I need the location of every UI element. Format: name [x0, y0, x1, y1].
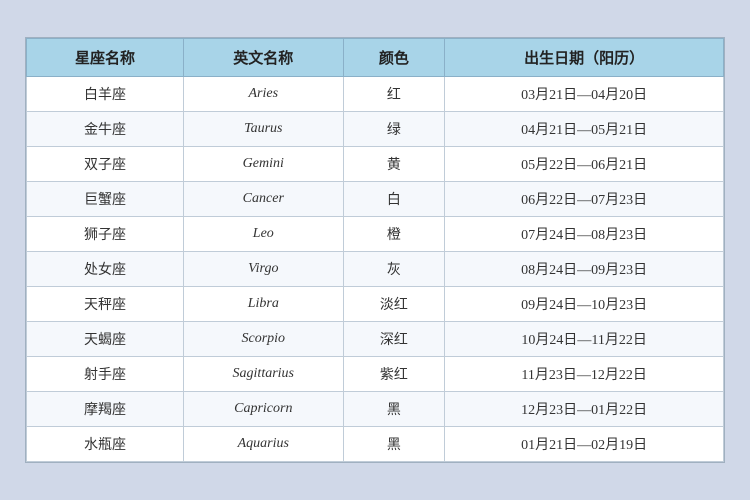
table-cell-7-2: 深红	[343, 322, 445, 357]
table-cell-1-0: 金牛座	[27, 112, 184, 147]
table-cell-9-0: 摩羯座	[27, 392, 184, 427]
table-cell-5-0: 处女座	[27, 252, 184, 287]
table-row: 水瓶座Aquarius黑01月21日—02月19日	[27, 427, 724, 462]
table-cell-9-1: Capricorn	[183, 392, 343, 427]
table-cell-6-2: 淡红	[343, 287, 445, 322]
table-cell-10-2: 黑	[343, 427, 445, 462]
table-cell-4-3: 07月24日—08月23日	[445, 217, 724, 252]
table-cell-10-1: Aquarius	[183, 427, 343, 462]
table-cell-0-3: 03月21日—04月20日	[445, 77, 724, 112]
table-cell-2-1: Gemini	[183, 147, 343, 182]
table-cell-1-1: Taurus	[183, 112, 343, 147]
table-cell-5-3: 08月24日—09月23日	[445, 252, 724, 287]
table-cell-3-1: Cancer	[183, 182, 343, 217]
table-header-col-1: 英文名称	[183, 39, 343, 77]
table-cell-8-2: 紫红	[343, 357, 445, 392]
table-cell-10-3: 01月21日—02月19日	[445, 427, 724, 462]
table-cell-5-2: 灰	[343, 252, 445, 287]
table-cell-5-1: Virgo	[183, 252, 343, 287]
table-body: 白羊座Aries红03月21日—04月20日金牛座Taurus绿04月21日—0…	[27, 77, 724, 462]
zodiac-table: 星座名称英文名称颜色出生日期（阳历） 白羊座Aries红03月21日—04月20…	[26, 38, 724, 462]
table-cell-3-3: 06月22日—07月23日	[445, 182, 724, 217]
table-cell-10-0: 水瓶座	[27, 427, 184, 462]
table-header-col-2: 颜色	[343, 39, 445, 77]
table-row: 摩羯座Capricorn黑12月23日—01月22日	[27, 392, 724, 427]
table-cell-6-3: 09月24日—10月23日	[445, 287, 724, 322]
table-cell-1-3: 04月21日—05月21日	[445, 112, 724, 147]
table-cell-8-0: 射手座	[27, 357, 184, 392]
table-cell-8-3: 11月23日—12月22日	[445, 357, 724, 392]
table-cell-2-0: 双子座	[27, 147, 184, 182]
table-cell-2-3: 05月22日—06月21日	[445, 147, 724, 182]
table-header-row: 星座名称英文名称颜色出生日期（阳历）	[27, 39, 724, 77]
table-cell-7-0: 天蝎座	[27, 322, 184, 357]
table-cell-0-2: 红	[343, 77, 445, 112]
table-cell-3-0: 巨蟹座	[27, 182, 184, 217]
table-cell-0-1: Aries	[183, 77, 343, 112]
table-row: 白羊座Aries红03月21日—04月20日	[27, 77, 724, 112]
table-row: 天秤座Libra淡红09月24日—10月23日	[27, 287, 724, 322]
zodiac-table-container: 星座名称英文名称颜色出生日期（阳历） 白羊座Aries红03月21日—04月20…	[25, 37, 725, 463]
table-row: 射手座Sagittarius紫红11月23日—12月22日	[27, 357, 724, 392]
table-cell-4-2: 橙	[343, 217, 445, 252]
table-cell-3-2: 白	[343, 182, 445, 217]
table-row: 巨蟹座Cancer白06月22日—07月23日	[27, 182, 724, 217]
table-row: 狮子座Leo橙07月24日—08月23日	[27, 217, 724, 252]
table-cell-4-0: 狮子座	[27, 217, 184, 252]
table-cell-9-2: 黑	[343, 392, 445, 427]
table-row: 双子座Gemini黄05月22日—06月21日	[27, 147, 724, 182]
table-cell-7-3: 10月24日—11月22日	[445, 322, 724, 357]
table-cell-6-0: 天秤座	[27, 287, 184, 322]
table-cell-4-1: Leo	[183, 217, 343, 252]
table-cell-1-2: 绿	[343, 112, 445, 147]
table-cell-9-3: 12月23日—01月22日	[445, 392, 724, 427]
table-cell-7-1: Scorpio	[183, 322, 343, 357]
table-cell-6-1: Libra	[183, 287, 343, 322]
table-cell-8-1: Sagittarius	[183, 357, 343, 392]
table-header-col-0: 星座名称	[27, 39, 184, 77]
table-cell-0-0: 白羊座	[27, 77, 184, 112]
table-header-col-3: 出生日期（阳历）	[445, 39, 724, 77]
table-cell-2-2: 黄	[343, 147, 445, 182]
table-row: 天蝎座Scorpio深红10月24日—11月22日	[27, 322, 724, 357]
table-row: 处女座Virgo灰08月24日—09月23日	[27, 252, 724, 287]
table-row: 金牛座Taurus绿04月21日—05月21日	[27, 112, 724, 147]
